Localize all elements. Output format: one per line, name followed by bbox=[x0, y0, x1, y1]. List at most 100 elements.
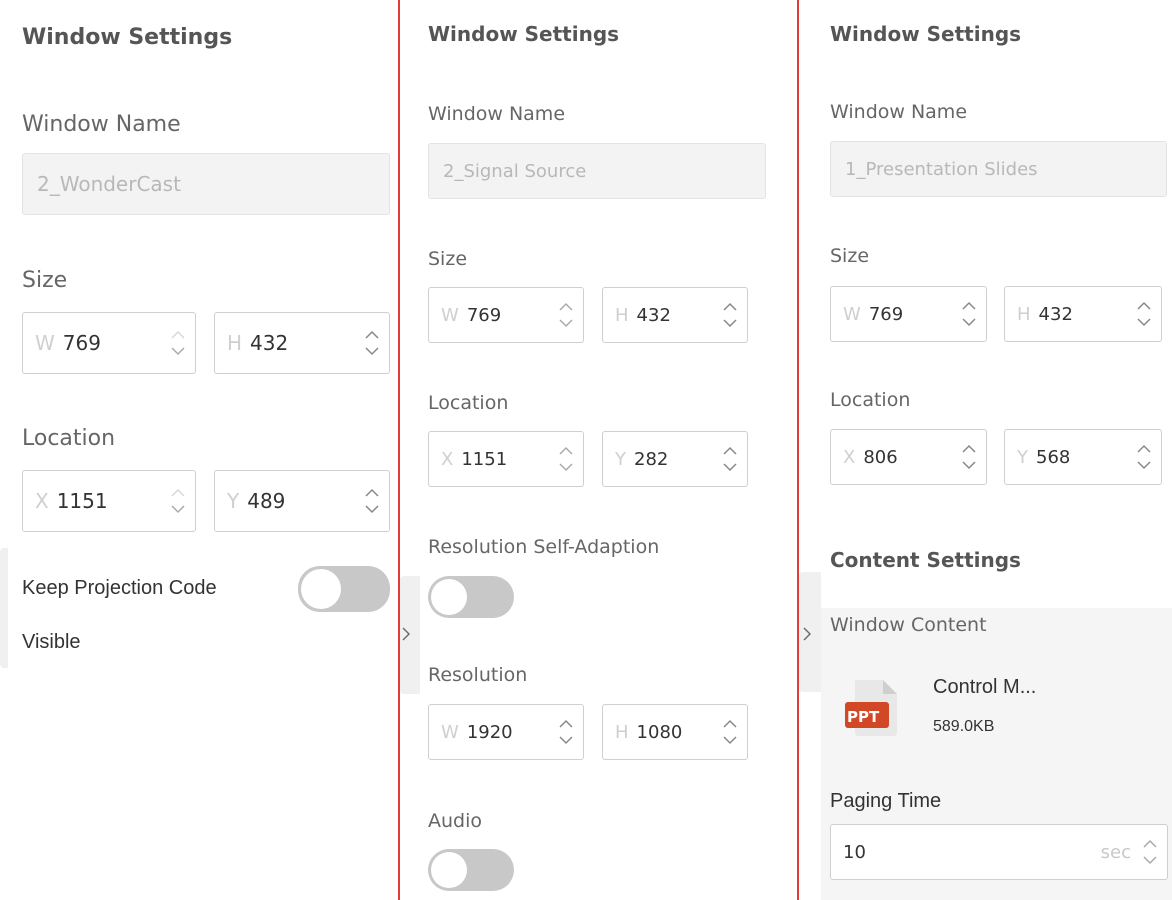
y-stepper[interactable]: Y 568 bbox=[1004, 429, 1162, 485]
y-prefix: Y bbox=[1017, 446, 1028, 468]
height-prefix: H bbox=[615, 304, 629, 326]
window-name-value: 1_Presentation Slides bbox=[845, 158, 1038, 180]
location-label: Location bbox=[22, 426, 116, 451]
size-label: Size bbox=[22, 268, 68, 293]
spin-arrows-icon[interactable] bbox=[171, 328, 185, 358]
spin-arrows-icon[interactable] bbox=[723, 301, 737, 329]
height-stepper[interactable]: H 432 bbox=[214, 312, 390, 374]
spin-arrows-icon[interactable] bbox=[962, 443, 976, 471]
resolution-adapt-label: Resolution Self-Adaption bbox=[428, 536, 660, 558]
spin-arrows-icon[interactable] bbox=[365, 328, 379, 358]
size-label: Size bbox=[830, 245, 870, 267]
ppt-file-icon bbox=[845, 680, 897, 736]
x-prefix: X bbox=[843, 446, 856, 468]
y-value: 282 bbox=[634, 448, 669, 470]
spin-arrows-icon[interactable] bbox=[559, 301, 573, 329]
spin-arrows-icon[interactable] bbox=[171, 486, 185, 516]
location-label: Location bbox=[428, 392, 509, 414]
x-stepper[interactable]: X 1151 bbox=[22, 470, 196, 532]
spin-arrows-icon[interactable] bbox=[559, 445, 573, 473]
toggle-knob bbox=[431, 852, 467, 888]
window-settings-panel-2: Window Settings Window Name 2_Signal Sou… bbox=[400, 0, 797, 900]
resolution-adapt-toggle[interactable] bbox=[428, 576, 514, 618]
panel-title: Window Settings bbox=[428, 22, 620, 46]
width-stepper[interactable]: W 769 bbox=[830, 286, 987, 342]
spin-arrows-icon[interactable] bbox=[1143, 838, 1157, 866]
window-name-label: Window Name bbox=[22, 112, 181, 137]
height-stepper[interactable]: H 432 bbox=[1004, 286, 1162, 342]
content-settings-title: Content Settings bbox=[830, 548, 1021, 572]
audio-label: Audio bbox=[428, 810, 483, 832]
y-stepper[interactable]: Y 489 bbox=[214, 470, 390, 532]
file-size: 589.0KB bbox=[933, 718, 995, 735]
paging-time-stepper[interactable]: 10 sec bbox=[830, 824, 1168, 880]
window-name-field[interactable]: 1_Presentation Slides bbox=[830, 141, 1167, 197]
keep-code-label-line1: Keep Projection Code bbox=[22, 577, 217, 599]
expand-tab-left[interactable] bbox=[400, 576, 420, 694]
height-value: 432 bbox=[636, 304, 671, 326]
y-stepper[interactable]: Y 282 bbox=[602, 431, 748, 487]
x-stepper[interactable]: X 806 bbox=[830, 429, 987, 485]
width-stepper[interactable]: W 769 bbox=[428, 287, 584, 343]
spin-arrows-icon[interactable] bbox=[962, 300, 976, 328]
spin-arrows-icon[interactable] bbox=[723, 718, 737, 746]
width-value: 769 bbox=[868, 303, 904, 325]
spin-arrows-icon[interactable] bbox=[723, 445, 737, 473]
y-value: 568 bbox=[1036, 446, 1071, 468]
paging-time-value: 10 bbox=[843, 841, 866, 863]
window-name-label: Window Name bbox=[428, 103, 566, 125]
height-prefix: H bbox=[227, 331, 243, 355]
resolution-height-stepper[interactable]: H 1080 bbox=[602, 704, 748, 760]
window-settings-panel-3: Window Settings Window Name 1_Presentati… bbox=[799, 0, 1172, 900]
window-content-label: Window Content bbox=[830, 614, 987, 636]
chevron-right-icon bbox=[803, 627, 811, 641]
width-prefix: W bbox=[843, 303, 861, 325]
size-label: Size bbox=[428, 248, 468, 270]
collapse-tab[interactable] bbox=[0, 548, 8, 668]
window-name-field[interactable]: 2_Signal Source bbox=[428, 143, 766, 199]
width-value: 769 bbox=[62, 331, 101, 355]
height-value: 432 bbox=[1038, 303, 1073, 325]
toggle-knob bbox=[431, 579, 467, 615]
height-value: 432 bbox=[250, 331, 289, 355]
window-name-value: 2_Signal Source bbox=[443, 160, 587, 182]
y-prefix: Y bbox=[227, 489, 240, 513]
x-value: 1151 bbox=[461, 448, 508, 470]
toggle-knob bbox=[301, 569, 341, 609]
width-value: 769 bbox=[466, 304, 502, 326]
keep-code-label-line2: Visible bbox=[22, 631, 81, 653]
spin-arrows-icon[interactable] bbox=[1137, 300, 1151, 328]
window-name-label: Window Name bbox=[830, 101, 968, 123]
width-prefix: W bbox=[441, 304, 459, 326]
spin-arrows-icon[interactable] bbox=[365, 486, 379, 516]
audio-toggle[interactable] bbox=[428, 849, 514, 891]
height-stepper[interactable]: H 432 bbox=[602, 287, 748, 343]
x-prefix: X bbox=[441, 448, 454, 470]
height-prefix: H bbox=[1017, 303, 1031, 325]
resolution-width-stepper[interactable]: W 1920 bbox=[428, 704, 584, 760]
x-prefix: X bbox=[35, 489, 49, 513]
paging-time-label: Paging Time bbox=[830, 790, 942, 812]
ppt-icon-text: PPT bbox=[847, 708, 880, 726]
panel-title: Window Settings bbox=[830, 22, 1022, 46]
expand-tab-right[interactable] bbox=[799, 572, 821, 692]
keep-code-toggle[interactable] bbox=[298, 566, 390, 612]
res-width-prefix: W bbox=[441, 721, 459, 743]
x-stepper[interactable]: X 1151 bbox=[428, 431, 584, 487]
res-height-prefix: H bbox=[615, 721, 629, 743]
width-stepper[interactable]: W 769 bbox=[22, 312, 196, 374]
content-file-item[interactable]: PPT Control M... 589.0KB bbox=[835, 662, 1165, 752]
file-name: Control M... bbox=[933, 676, 1037, 698]
spin-arrows-icon[interactable] bbox=[559, 718, 573, 746]
paging-time-unit: sec bbox=[1100, 841, 1131, 863]
spin-arrows-icon[interactable] bbox=[1137, 443, 1151, 471]
res-height-value: 1080 bbox=[636, 721, 683, 743]
window-name-field[interactable]: 2_WonderCast bbox=[22, 153, 390, 215]
location-label: Location bbox=[830, 389, 911, 411]
resolution-label: Resolution bbox=[428, 664, 528, 686]
y-prefix: Y bbox=[615, 448, 626, 470]
x-value: 1151 bbox=[56, 489, 108, 513]
panel-title: Window Settings bbox=[22, 25, 233, 50]
y-value: 489 bbox=[247, 489, 286, 513]
chevron-right-icon bbox=[402, 627, 410, 641]
